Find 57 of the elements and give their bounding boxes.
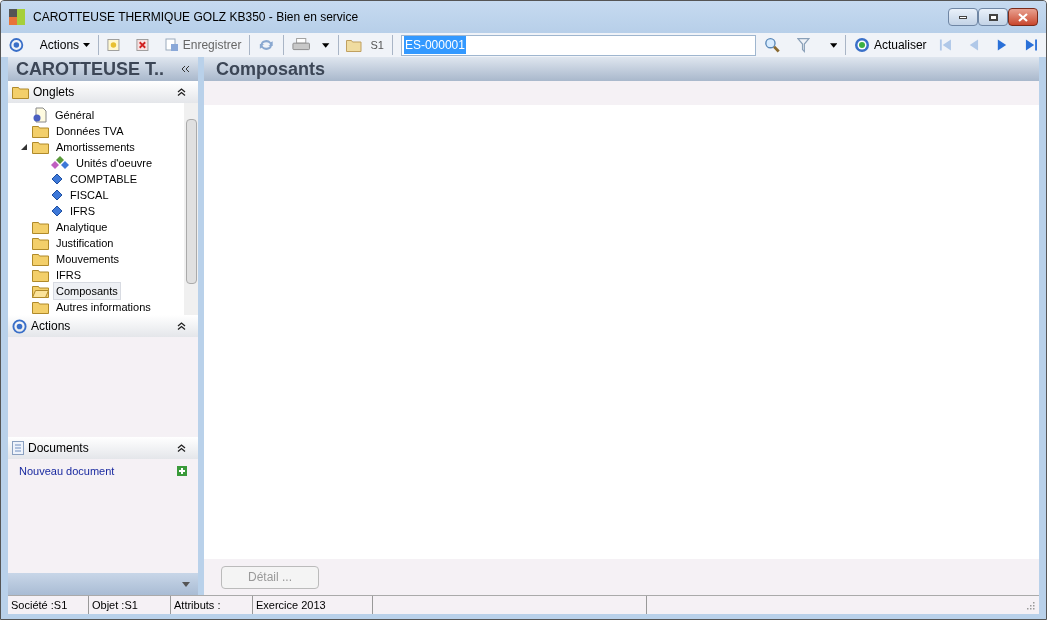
panel-header[interactable]: Onglets xyxy=(8,81,198,103)
folder-icon xyxy=(32,252,49,266)
open-folder-icon xyxy=(32,284,49,298)
new-document-link[interactable]: Nouveau document xyxy=(19,463,115,480)
caret-icon xyxy=(83,43,91,47)
dropdown-caret-icon[interactable] xyxy=(322,42,330,48)
scrollbar[interactable] xyxy=(184,103,198,315)
actions-menu[interactable]: Actions xyxy=(39,36,91,54)
delete-icon[interactable] xyxy=(135,38,149,52)
save-document-icon xyxy=(164,38,179,52)
target-icon[interactable] xyxy=(9,37,24,53)
diamond-icon xyxy=(51,205,63,217)
document-icon xyxy=(12,441,24,455)
plus-icon[interactable] xyxy=(177,466,187,477)
status-field: Exercice 2013 xyxy=(253,596,373,614)
filter-icon[interactable] xyxy=(796,37,810,53)
new-document-icon[interactable] xyxy=(107,38,120,52)
diamonds-icon xyxy=(51,156,69,170)
status-field: Attributs : xyxy=(171,596,253,614)
panel-header[interactable]: Actions xyxy=(8,315,198,337)
caret-icon[interactable] xyxy=(182,581,190,587)
sidebar-title: CAROTTEUSE T.. xyxy=(16,57,164,81)
status-field: Objet :S1 xyxy=(89,596,171,614)
minimize-button[interactable] xyxy=(948,8,978,26)
dropdown-caret-icon[interactable] xyxy=(829,42,837,48)
printer-icon[interactable] xyxy=(291,37,311,53)
close-button[interactable] xyxy=(1008,8,1038,26)
collapse-icon[interactable] xyxy=(177,322,186,330)
status-field: Société :S1 xyxy=(8,596,89,614)
maximize-button[interactable] xyxy=(978,8,1008,26)
folder-icon xyxy=(32,220,49,234)
target-icon xyxy=(12,318,27,334)
close-icon xyxy=(1018,12,1028,22)
folder-icon xyxy=(32,236,49,250)
collapse-icon[interactable] xyxy=(177,444,186,452)
save-button[interactable]: Enregistrer xyxy=(164,36,242,54)
folder-icon xyxy=(32,124,49,138)
search-icon[interactable] xyxy=(764,36,781,54)
folder-button[interactable]: S1 xyxy=(346,36,384,54)
folder-icon xyxy=(32,268,49,282)
window-title: CAROTTEUSE THERMIQUE GOLZ KB350 - Bien en service xyxy=(33,9,360,26)
content-title: Composants xyxy=(216,57,325,81)
diamond-icon xyxy=(51,189,63,201)
resize-grip-icon[interactable] xyxy=(1025,600,1035,610)
folder-icon xyxy=(32,140,49,154)
last-record-icon[interactable] xyxy=(1025,38,1039,52)
folder-icon xyxy=(12,85,29,99)
app-logo-icon xyxy=(9,9,25,25)
refresh-icon xyxy=(853,37,870,53)
collapse-sidebar-icon[interactable] xyxy=(181,65,190,73)
expanded-triangle-icon[interactable] xyxy=(21,144,27,150)
folder-icon xyxy=(346,38,363,52)
collapse-icon[interactable] xyxy=(177,88,186,96)
refresh-button[interactable]: Actualiser xyxy=(853,36,927,54)
tree-item[interactable]: Composants xyxy=(53,281,121,301)
diamond-icon xyxy=(51,173,63,185)
panel-header[interactable]: Documents xyxy=(8,437,198,459)
